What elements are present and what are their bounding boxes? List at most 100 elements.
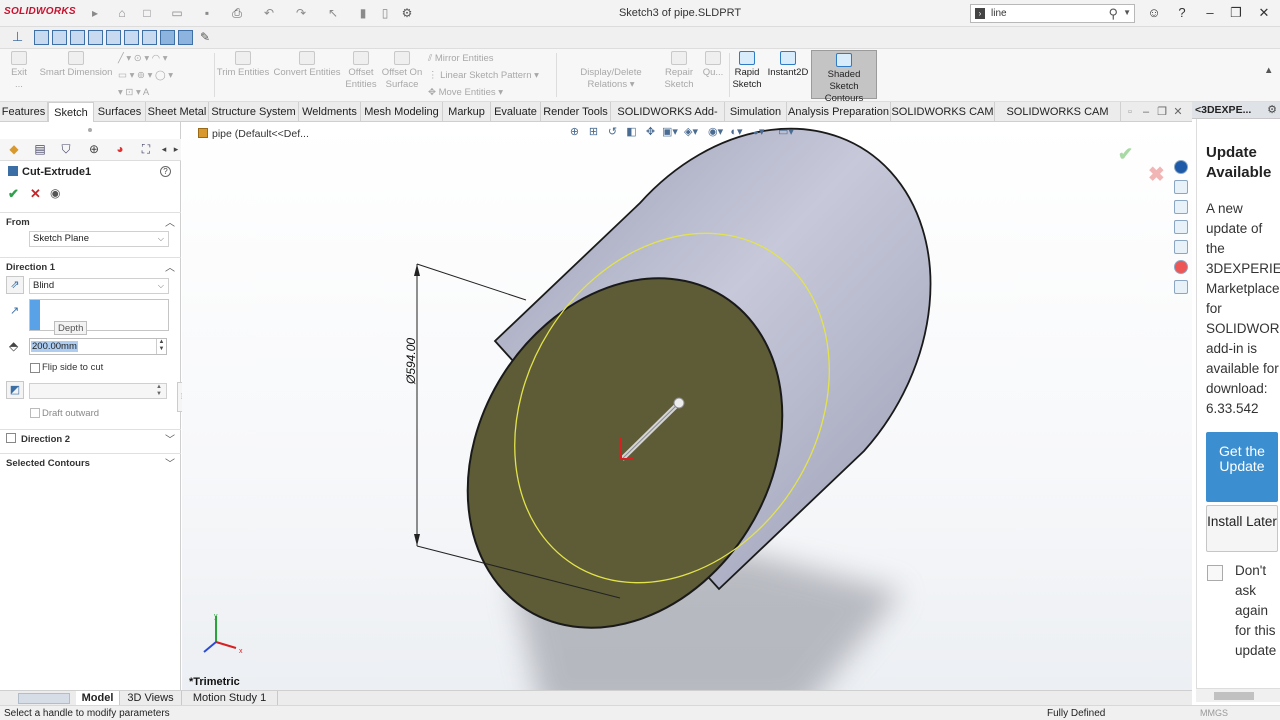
diameter-dimension-label[interactable]: Ø594.00 [404,338,418,385]
quick-snaps-button[interactable]: Qu... [700,51,726,79]
trimetric-view-icon[interactable] [160,30,175,45]
feature-breadcrumb[interactable]: pipe (Default<<Def... [198,128,309,140]
home-icon[interactable]: ⌂ [115,6,129,20]
confirmation-corner-cancel-icon[interactable]: ✖ [1148,162,1165,187]
user-icon[interactable]: ☺ [1144,5,1164,21]
tab-sketch[interactable]: Sketch [48,102,94,122]
chevron-up-icon[interactable]: ︿ [165,259,175,274]
tab-simulation[interactable]: Simulation [725,102,787,122]
offset-entities-button[interactable]: Offset Entities [344,51,378,91]
draft-angle-input[interactable]: ▲ ▼ [29,383,167,399]
section-view-icon[interactable]: ◧ [625,126,638,139]
save-icon[interactable]: ▪ [200,6,214,20]
doc-restore-icon[interactable]: ❐ [1154,102,1170,122]
tab-structure-system[interactable]: Structure System [209,102,299,122]
search-icon[interactable]: ⚲ [1108,6,1118,22]
front-view-icon[interactable] [34,30,49,45]
preview-eye-icon[interactable]: ◉ [50,186,60,200]
open-icon[interactable]: ▭ [170,6,184,20]
doc-close-icon[interactable]: ✕ [1170,102,1186,122]
direction2-section-header[interactable]: Direction 2 ﹀ [0,429,181,447]
get-the-update-button[interactable]: Get the Update [1206,432,1278,502]
print-icon[interactable]: ⎙ [230,6,244,20]
cancel-x-icon[interactable]: ✕ [30,186,41,202]
tab-mesh-modeling[interactable]: Mesh Modeling [361,102,443,122]
depth-input[interactable]: 200.00mm ▲ ▼ [29,338,167,355]
tab-render-tools[interactable]: Render Tools [541,102,611,122]
select-icon[interactable]: ↖ [326,6,340,20]
undo-icon[interactable]: ↶ [262,6,276,20]
tab-markup[interactable]: Markup [443,102,491,122]
design-library-icon[interactable] [1174,200,1188,214]
depth-spinner[interactable]: ▲ ▼ [156,339,166,354]
chevron-up-icon[interactable]: ︿ [165,214,175,229]
rebuild-icon[interactable]: ▮ [356,6,370,20]
redo-icon[interactable]: ↷ [294,6,308,20]
unit-system[interactable]: MMGS [1200,708,1228,718]
tab-surfaces[interactable]: Surfaces [94,102,146,122]
direction-selection-box[interactable] [29,299,169,331]
instant2d-button[interactable]: Instant2D [766,51,810,79]
settings-gear-icon[interactable]: ⚙ [1267,103,1277,116]
zoom-to-fit-icon[interactable]: ⊕ [568,126,581,139]
model-canvas[interactable]: Ø594.00 [182,122,1192,690]
from-section-header[interactable]: From ︿ [0,212,181,230]
display-style-icon[interactable]: ◈▾ [684,126,698,139]
chevron-down-icon[interactable]: ﹀ [165,455,175,470]
previous-view-icon[interactable]: ↺ [606,126,619,139]
reverse-direction-icon[interactable]: ⇗ [6,276,24,294]
custom-properties-icon[interactable] [1174,280,1188,294]
3dexperience-icon[interactable] [1174,160,1188,174]
doc-minimize-icon[interactable]: – [1138,102,1154,122]
command-search[interactable]: › line ⚲ ▼ [970,4,1135,23]
draft-outward-checkbox[interactable] [30,408,40,418]
direction2-checkbox[interactable] [6,433,16,443]
isometric-view-icon[interactable] [142,30,157,45]
dynamic-annotation-icon[interactable]: ✥ [644,126,657,139]
tab-evaluate[interactable]: Evaluate [491,102,541,122]
view-palette-icon[interactable] [1174,240,1188,254]
dimxpert-tab-icon[interactable]: ⊕ [86,142,102,157]
doc-window-icon[interactable]: ▫ [1122,102,1138,122]
tab-weldments[interactable]: Weldments [299,102,361,122]
confirmation-corner-ok-icon[interactable]: ✔ [1118,144,1133,165]
appearances-icon[interactable] [1174,260,1188,274]
minimize-icon[interactable]: – [1200,5,1220,21]
left-view-icon[interactable] [70,30,85,45]
solidworks-logo[interactable]: SOLIDWORKS [4,6,76,17]
smart-dimension-button[interactable]: Smart Dimension [38,51,114,79]
configuration-manager-tab-icon[interactable]: ⛉ [58,142,74,157]
rapid-sketch-button[interactable]: Rapid Sketch [732,51,762,91]
file-explorer-icon[interactable] [1174,220,1188,234]
dont-ask-checkbox[interactable] [1207,565,1223,581]
apply-scene-icon[interactable]: ◒▾ [752,126,765,139]
ok-checkmark-icon[interactable]: ✔ [8,186,19,202]
new-document-icon[interactable]: □ [140,6,154,20]
ribbon-collapse-icon[interactable]: ▲ [1264,65,1273,76]
tab-navigation-arrows[interactable] [18,693,70,704]
tab-solidworks-cam-tbm[interactable]: SOLIDWORKS CAM TBM [995,102,1121,138]
convert-entities-button[interactable]: Convert Entities [272,51,342,79]
repair-sketch-button[interactable]: Repair Sketch [664,51,694,91]
graphics-area[interactable]: Ø594.00 pipe (Default<<Def... ⊕ ⊞ ↺ ◧ ✥ … [182,122,1192,690]
point-tool-icon[interactable]: ▾ ⊡ ▾ A [118,87,149,98]
scrollbar-thumb[interactable] [1214,692,1254,700]
from-select[interactable]: Sketch Plane ⌵ [29,231,169,247]
help-icon[interactable]: ? [160,166,171,177]
panel-grip[interactable] [88,128,92,132]
help-menu-icon[interactable]: ? [1172,5,1192,21]
close-window-icon[interactable]: ✕ [1254,5,1274,21]
end-condition-select[interactable]: Blind ⌵ [29,278,169,294]
cam-tab-icon[interactable]: ⛶ [138,142,154,157]
linear-sketch-pattern-button[interactable]: ⋮ Linear Sketch Pattern ▾ [428,70,539,81]
draft-toggle-icon[interactable]: ◩ [6,381,24,399]
depth-value[interactable]: 200.00mm [31,341,78,352]
selected-contours-section-header[interactable]: Selected Contours ﹀ [0,453,181,471]
display-delete-relations-button[interactable]: Display/Delete Relations ▾ [560,51,662,91]
link-view-icon[interactable]: ✎ [200,30,215,45]
rectangle-tool-icon[interactable]: ▭ ▾ ⊚ ▾ ◯ ▾ [118,70,173,81]
tab-solidworks-cam[interactable]: SOLIDWORKS CAM [891,102,995,122]
view-settings-icon[interactable]: ▭▾ [778,126,794,139]
zoom-to-area-icon[interactable]: ⊞ [587,126,600,139]
chevron-down-icon[interactable]: ▼ [1123,8,1131,17]
